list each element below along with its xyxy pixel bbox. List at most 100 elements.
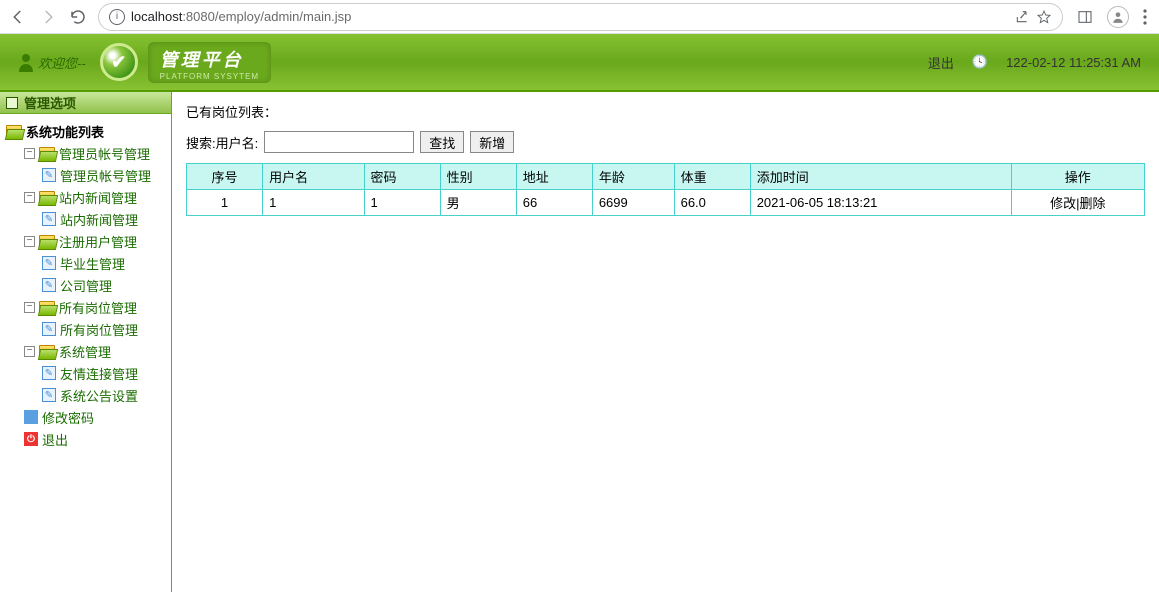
app-title: 管理平台 (160, 46, 259, 72)
tree-leaf[interactable]: ✎ 所有岗位管理 (4, 318, 167, 340)
col-header: 操作 (1011, 164, 1144, 190)
tree-leaf-label[interactable]: 系统公告设置 (60, 386, 138, 405)
tree-leaf[interactable]: ✎ 公司管理 (4, 274, 167, 296)
tree-group-label[interactable]: 系统管理 (59, 342, 111, 361)
data-table: 序号用户名密码性别地址年龄体重添加时间操作 111男66669966.02021… (186, 163, 1145, 216)
page-icon: ✎ (42, 388, 56, 402)
sidebar-header: 管理选项 (0, 92, 171, 114)
folder-open-icon (39, 301, 55, 314)
row-action-links[interactable]: 修改|删除 (1050, 196, 1105, 211)
search-label: 搜索:用户名: (186, 133, 258, 152)
tree-leaf[interactable]: ✎ 系统公告设置 (4, 384, 167, 406)
search-input[interactable] (264, 131, 414, 153)
tree-exit-label[interactable]: 退出 (42, 430, 68, 449)
reload-button[interactable] (68, 7, 88, 27)
collapse-icon[interactable]: − (24, 346, 35, 357)
logo-icon: ✔ (100, 43, 138, 81)
tree-leaf[interactable]: ✎ 友情连接管理 (4, 362, 167, 384)
panel-icon[interactable] (1077, 9, 1093, 25)
tree-root-label: 系统功能列表 (26, 122, 104, 141)
tree-root[interactable]: 系统功能列表 (4, 120, 167, 142)
page-icon: ✎ (42, 256, 56, 270)
col-header: 年龄 (592, 164, 674, 190)
logo-area: ✔ 管理平台 PLATFORM SYSYTEM (100, 42, 271, 83)
profile-avatar-icon[interactable] (1107, 6, 1129, 28)
folder-open-icon (39, 191, 55, 204)
tree-leaf[interactable]: ✎ 毕业生管理 (4, 252, 167, 274)
tree-group[interactable]: − 系统管理 (4, 340, 167, 362)
tree-group-label[interactable]: 站内新闻管理 (59, 188, 137, 207)
clock-icon: 🕓 (972, 54, 988, 70)
collapse-icon[interactable]: − (24, 192, 35, 203)
logout-link[interactable]: 退出 (928, 53, 954, 72)
collapse-icon[interactable]: − (24, 302, 35, 313)
grid-icon (6, 97, 18, 109)
folder-open-icon (39, 147, 55, 160)
list-title: 已有岗位列表： (186, 102, 1145, 121)
app-header: 欢迎您-- ✔ 管理平台 PLATFORM SYSYTEM 退出 🕓 122-0… (0, 34, 1159, 92)
tree-exit[interactable]: ⏻ 退出 (4, 428, 167, 450)
search-row: 搜索:用户名: 查找 新增 (186, 131, 1145, 153)
tree-group-label[interactable]: 管理员帐号管理 (59, 144, 150, 163)
folder-open-icon (6, 125, 22, 138)
table-cell: 6699 (592, 190, 674, 216)
tree-group[interactable]: − 站内新闻管理 (4, 186, 167, 208)
sidebar-header-label: 管理选项 (24, 93, 76, 112)
tree-group[interactable]: − 所有岗位管理 (4, 296, 167, 318)
col-header: 地址 (516, 164, 592, 190)
tree-leaf-label[interactable]: 毕业生管理 (60, 254, 125, 273)
bookmark-star-icon[interactable] (1036, 9, 1052, 25)
page-icon: ✎ (42, 322, 56, 336)
tree-group-label[interactable]: 注册用户管理 (59, 232, 137, 251)
collapse-icon[interactable]: − (24, 148, 35, 159)
address-bar[interactable]: i localhost:8080/employ/admin/main.jsp (98, 3, 1063, 31)
app-subtitle: PLATFORM SYSYTEM (160, 72, 259, 81)
table-cell: 男 (440, 190, 516, 216)
col-header: 序号 (187, 164, 263, 190)
back-button[interactable] (8, 7, 28, 27)
col-header: 密码 (364, 164, 440, 190)
col-header: 性别 (440, 164, 516, 190)
page-icon: ✎ (42, 278, 56, 292)
page-icon: ✎ (42, 366, 56, 380)
table-cell: 1 (364, 190, 440, 216)
search-button[interactable]: 查找 (420, 131, 464, 153)
collapse-icon[interactable]: − (24, 236, 35, 247)
table-cell: 2021-06-05 18:13:21 (750, 190, 1011, 216)
folder-open-icon (39, 345, 55, 358)
main-content: 已有岗位列表： 搜索:用户名: 查找 新增 序号用户名密码性别地址年龄体重添加时… (172, 92, 1159, 592)
browser-toolbar: i localhost:8080/employ/admin/main.jsp (0, 0, 1159, 34)
tree-group[interactable]: − 管理员帐号管理 (4, 142, 167, 164)
tree-leaf-label[interactable]: 管理员帐号管理 (60, 166, 151, 185)
nav-tree: 系统功能列表 −管理员帐号管理✎管理员帐号管理−站内新闻管理✎站内新闻管理−注册… (0, 114, 171, 456)
browser-right-icons (1073, 6, 1151, 28)
site-info-icon[interactable]: i (109, 9, 125, 25)
tree-leaf-label[interactable]: 公司管理 (60, 276, 112, 295)
col-header: 添加时间 (750, 164, 1011, 190)
ops-cell: 修改|删除 (1011, 190, 1144, 216)
tree-leaf[interactable]: ✎站内新闻管理 (4, 208, 167, 230)
tree-leaf[interactable]: ✎管理员帐号管理 (4, 164, 167, 186)
tree-group[interactable]: − 注册用户管理 (4, 230, 167, 252)
app-title-box: 管理平台 PLATFORM SYSYTEM (148, 42, 271, 83)
tree-leaf-label[interactable]: 所有岗位管理 (60, 320, 138, 339)
tree-leaf-label[interactable]: 友情连接管理 (60, 364, 138, 383)
table-cell: 66 (516, 190, 592, 216)
table-cell: 1 (187, 190, 263, 216)
clock-text: 122-02-12 11:25:31 AM (1006, 55, 1141, 70)
tree-group-label[interactable]: 所有岗位管理 (59, 298, 137, 317)
tree-pwd-label[interactable]: 修改密码 (42, 408, 94, 427)
table-cell: 1 (263, 190, 364, 216)
tree-leaf-label[interactable]: 站内新闻管理 (60, 210, 138, 229)
table-row: 111男66669966.02021-06-05 18:13:21修改|删除 (187, 190, 1145, 216)
tree-change-password[interactable]: 修改密码 (4, 406, 167, 428)
key-icon (24, 410, 38, 424)
add-button[interactable]: 新增 (470, 131, 514, 153)
forward-button[interactable] (38, 7, 58, 27)
power-icon: ⏻ (24, 432, 38, 446)
share-icon[interactable] (1014, 9, 1030, 25)
col-header: 用户名 (263, 164, 364, 190)
kebab-menu-icon[interactable] (1143, 9, 1147, 25)
sidebar: 管理选项 系统功能列表 −管理员帐号管理✎管理员帐号管理−站内新闻管理✎站内新闻… (0, 92, 172, 592)
folder-open-icon (39, 235, 55, 248)
